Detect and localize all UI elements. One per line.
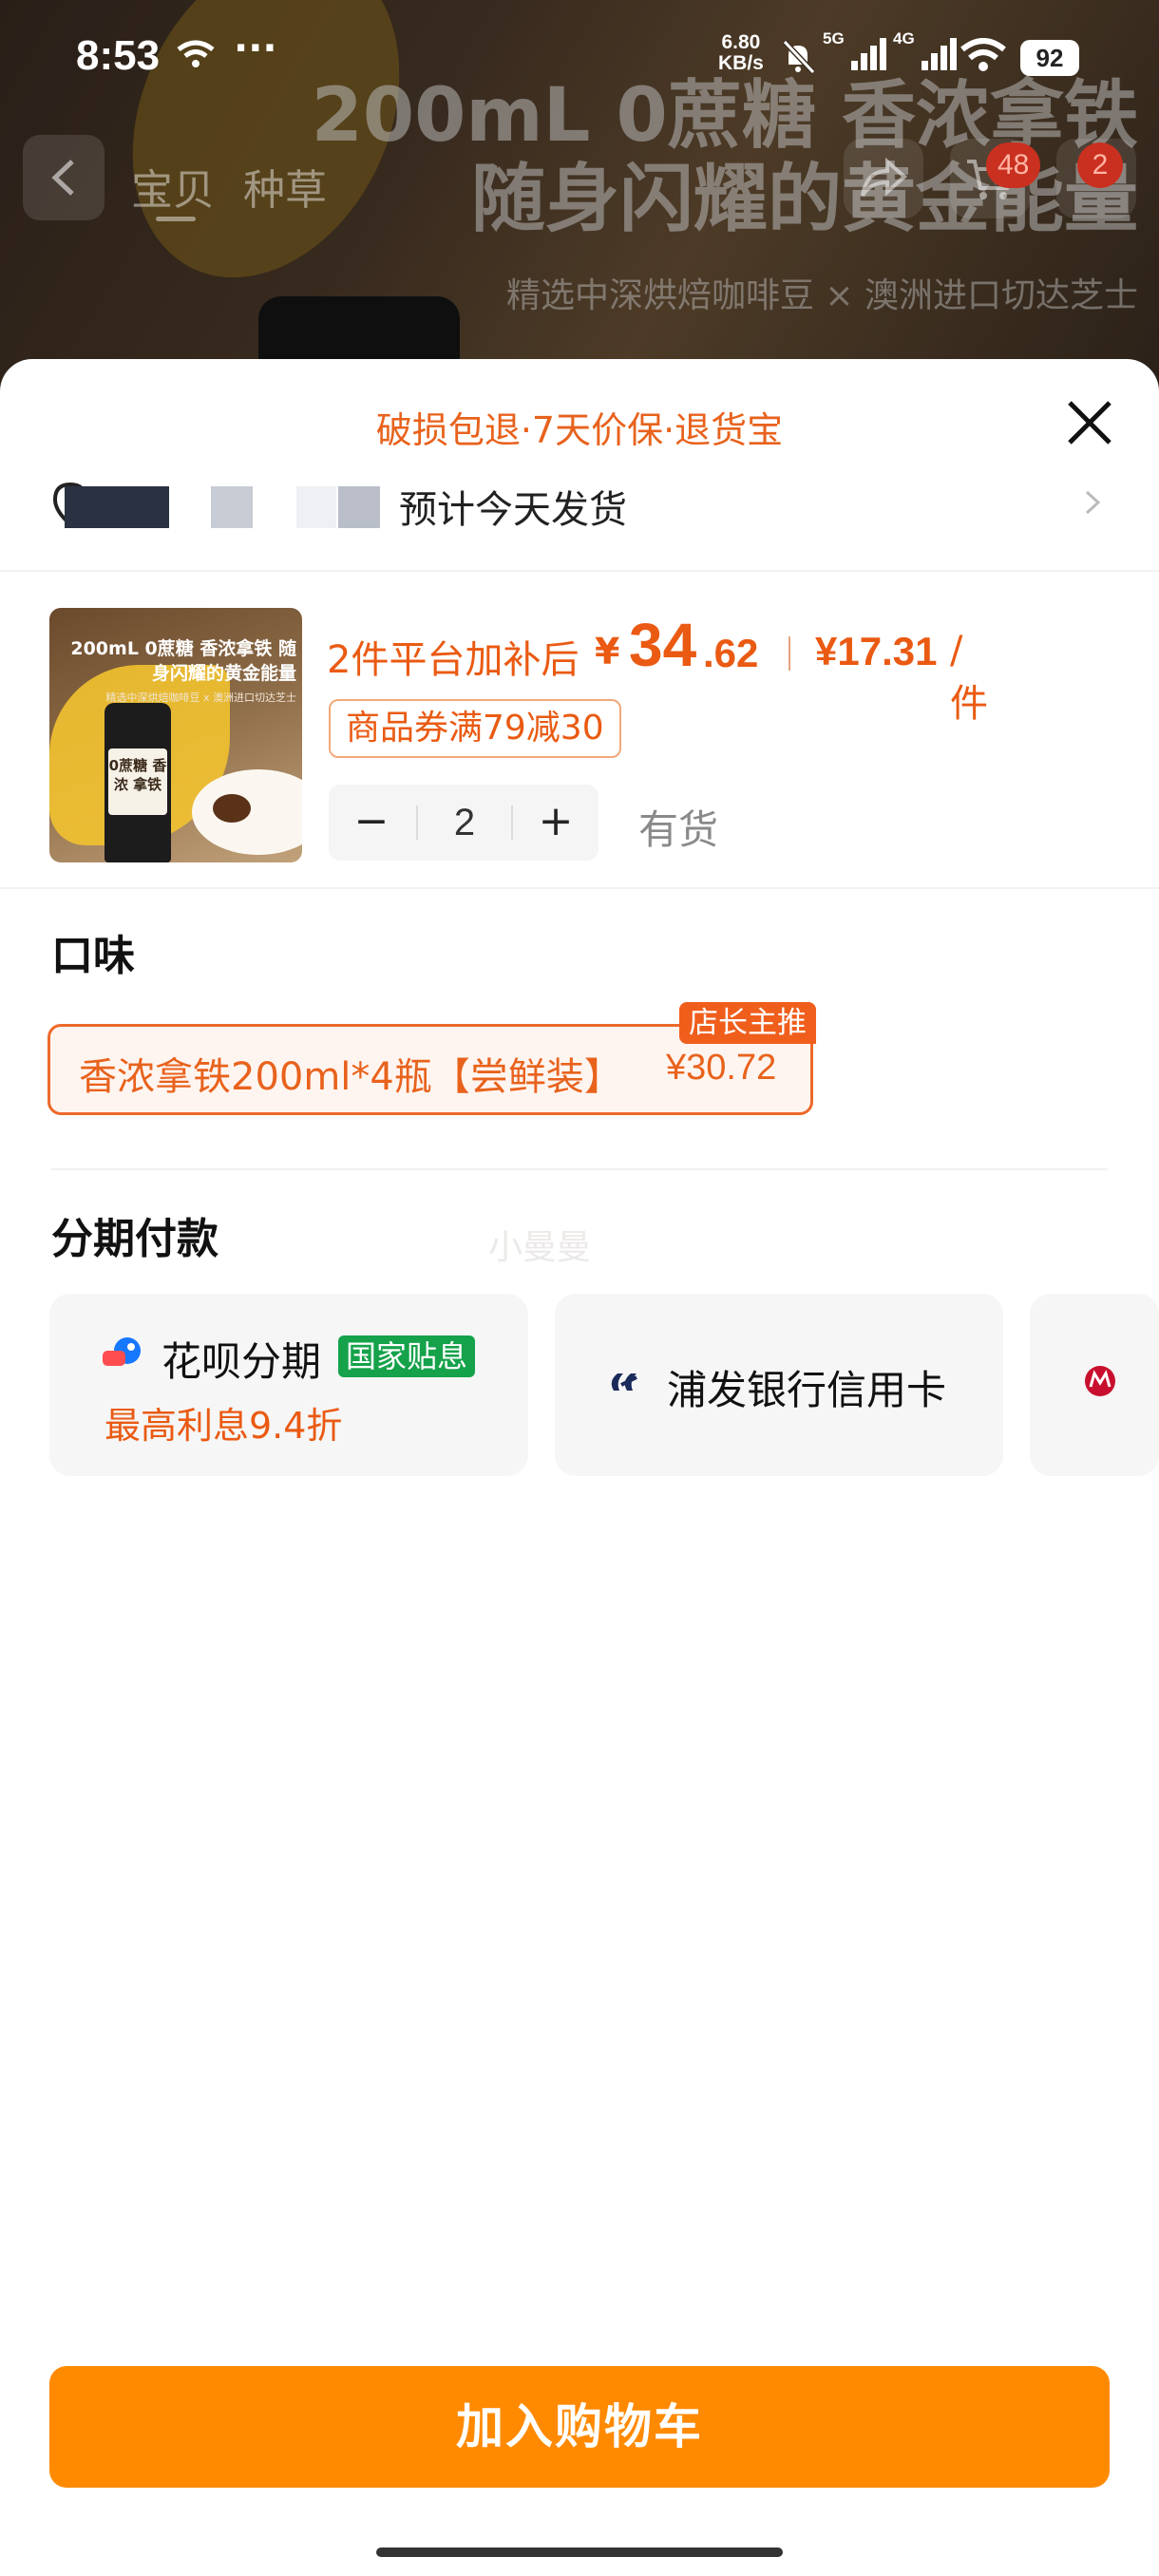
price-decimal: .62 bbox=[703, 631, 759, 675]
pufa-bank-icon bbox=[611, 1373, 637, 1391]
back-button[interactable] bbox=[23, 135, 104, 220]
signal-4g-icon: 4G bbox=[893, 29, 957, 70]
chevron-right-icon bbox=[1085, 490, 1101, 515]
net-speed-unit: KB/s bbox=[718, 52, 764, 74]
message-count-badge: 2 bbox=[1077, 142, 1123, 188]
divider bbox=[0, 570, 1159, 572]
payment-option-pufa-credit-card[interactable]: 浦发银行信用卡 bbox=[555, 1294, 1003, 1476]
shipping-estimate: 预计今天发货 bbox=[399, 488, 627, 532]
status-time: 8:53 bbox=[76, 32, 161, 79]
net-speed: 6.80 KB/s bbox=[718, 32, 764, 74]
thumb-title: 200mL 0蔗糖 香浓拿铁 随身闪耀的黄金能量 bbox=[70, 638, 296, 684]
huabei-interest-rate: 最高利息9.4折 bbox=[104, 1405, 343, 1447]
quantity-value[interactable]: 2 bbox=[418, 785, 511, 861]
close-icon[interactable] bbox=[1062, 395, 1117, 450]
stock-status: 有货 bbox=[638, 806, 719, 853]
huabei-label: 花呗分期 bbox=[162, 1338, 322, 1385]
share-button[interactable] bbox=[844, 139, 923, 218]
price-separator bbox=[788, 636, 790, 671]
screen: 200mL 0蔗糖 香浓拿铁 随身闪耀的黄金能量 精选中深烘焙咖啡豆 × 澳洲进… bbox=[0, 0, 1159, 2576]
thumb-coffee-bean bbox=[213, 794, 251, 823]
price-integer: 34 bbox=[629, 611, 697, 679]
sku-selector-sheet: 破损包退·7天价保·退货宝 预计今天发货 200mL 0蔗糖 香浓拿铁 随身闪耀… bbox=[0, 359, 1159, 2576]
subsidy-tag: 国家贴息 bbox=[338, 1335, 476, 1377]
product-thumbnail[interactable]: 200mL 0蔗糖 香浓拿铁 随身闪耀的黄金能量 精选中深烘焙咖啡豆 x 澳洲进… bbox=[49, 608, 302, 862]
quantity-decrease-button[interactable]: − bbox=[329, 785, 414, 861]
delivery-address-row[interactable]: 预计今天发货 bbox=[48, 473, 1112, 532]
flavor-option-selected[interactable]: 香浓拿铁200ml*4瓶【尝鲜装】 ¥30.72 店长主推 bbox=[48, 1002, 816, 1115]
cart-count-badge: 48 bbox=[986, 142, 1041, 188]
redacted-address-block bbox=[65, 486, 169, 528]
share-icon bbox=[861, 157, 908, 198]
divider bbox=[0, 887, 1159, 889]
thumb-bottle-label: 0蔗糖 香浓 拿铁 bbox=[108, 748, 167, 815]
watermark-text: 小曼曼 bbox=[488, 1228, 592, 1267]
battery-indicator: 92 bbox=[1020, 40, 1079, 76]
chevron-left-icon bbox=[51, 160, 74, 196]
price-currency: ¥ bbox=[595, 631, 620, 672]
status-bar: 8:53 ··· 6.80 KB/s 5G 4G 92 bbox=[0, 0, 1159, 114]
wifi-icon bbox=[177, 40, 215, 67]
signal-4g-label: 4G bbox=[893, 29, 915, 47]
pufa-label: 浦发银行信用卡 bbox=[667, 1367, 947, 1413]
add-to-cart-button[interactable]: 加入购物车 bbox=[49, 2366, 1110, 2488]
tab-active-underline bbox=[156, 217, 196, 221]
huabei-icon bbox=[103, 1337, 141, 1366]
signal-5g-label: 5G bbox=[823, 29, 845, 47]
redacted-address-block bbox=[338, 486, 380, 528]
coupon-tag[interactable]: 商品券满79减30 bbox=[329, 699, 621, 758]
status-more-dots: ··· bbox=[234, 27, 277, 70]
home-indicator[interactable] bbox=[376, 2548, 783, 2557]
tab-zhongcao[interactable]: 种草 bbox=[243, 156, 327, 217]
flavor-section-title: 口味 bbox=[51, 932, 135, 980]
flavor-option-name: 香浓拿铁200ml*4瓶【尝鲜装】 bbox=[79, 1055, 622, 1099]
thumb-subtitle: 精选中深烘焙咖啡豆 x 澳洲进口切达芝士 bbox=[105, 691, 296, 704]
quantity-increase-button[interactable]: + bbox=[513, 785, 598, 861]
redacted-address-block bbox=[296, 486, 336, 528]
tab-baobei[interactable]: 宝贝 bbox=[131, 156, 215, 217]
payment-option-huabei[interactable]: 花呗分期 国家贴息 最高利息9.4折 bbox=[49, 1294, 528, 1476]
wifi-icon bbox=[960, 38, 1006, 71]
store-recommend-badge: 店长主推 bbox=[679, 1002, 816, 1044]
bell-muted-icon bbox=[782, 39, 816, 75]
unit-price: ¥17.31 bbox=[815, 629, 938, 673]
installment-section-title: 分期付款 bbox=[51, 1215, 218, 1263]
net-speed-value: 6.80 bbox=[721, 31, 761, 53]
quantity-stepper: − 2 + bbox=[329, 785, 598, 861]
signal-5g-icon: 5G bbox=[823, 29, 886, 70]
redacted-address-block bbox=[211, 486, 253, 528]
cmb-bank-icon bbox=[1085, 1366, 1115, 1396]
price-prefix: 2件平台加补后 bbox=[327, 638, 580, 682]
guarantee-banner: 破损包退·7天价保·退货宝 bbox=[375, 409, 784, 451]
divider bbox=[51, 1168, 1108, 1170]
unit-price-suffix: /件 bbox=[950, 629, 988, 726]
flavor-option-price: ¥30.72 bbox=[666, 1048, 777, 1088]
payment-option-cmb[interactable] bbox=[1030, 1294, 1159, 1476]
